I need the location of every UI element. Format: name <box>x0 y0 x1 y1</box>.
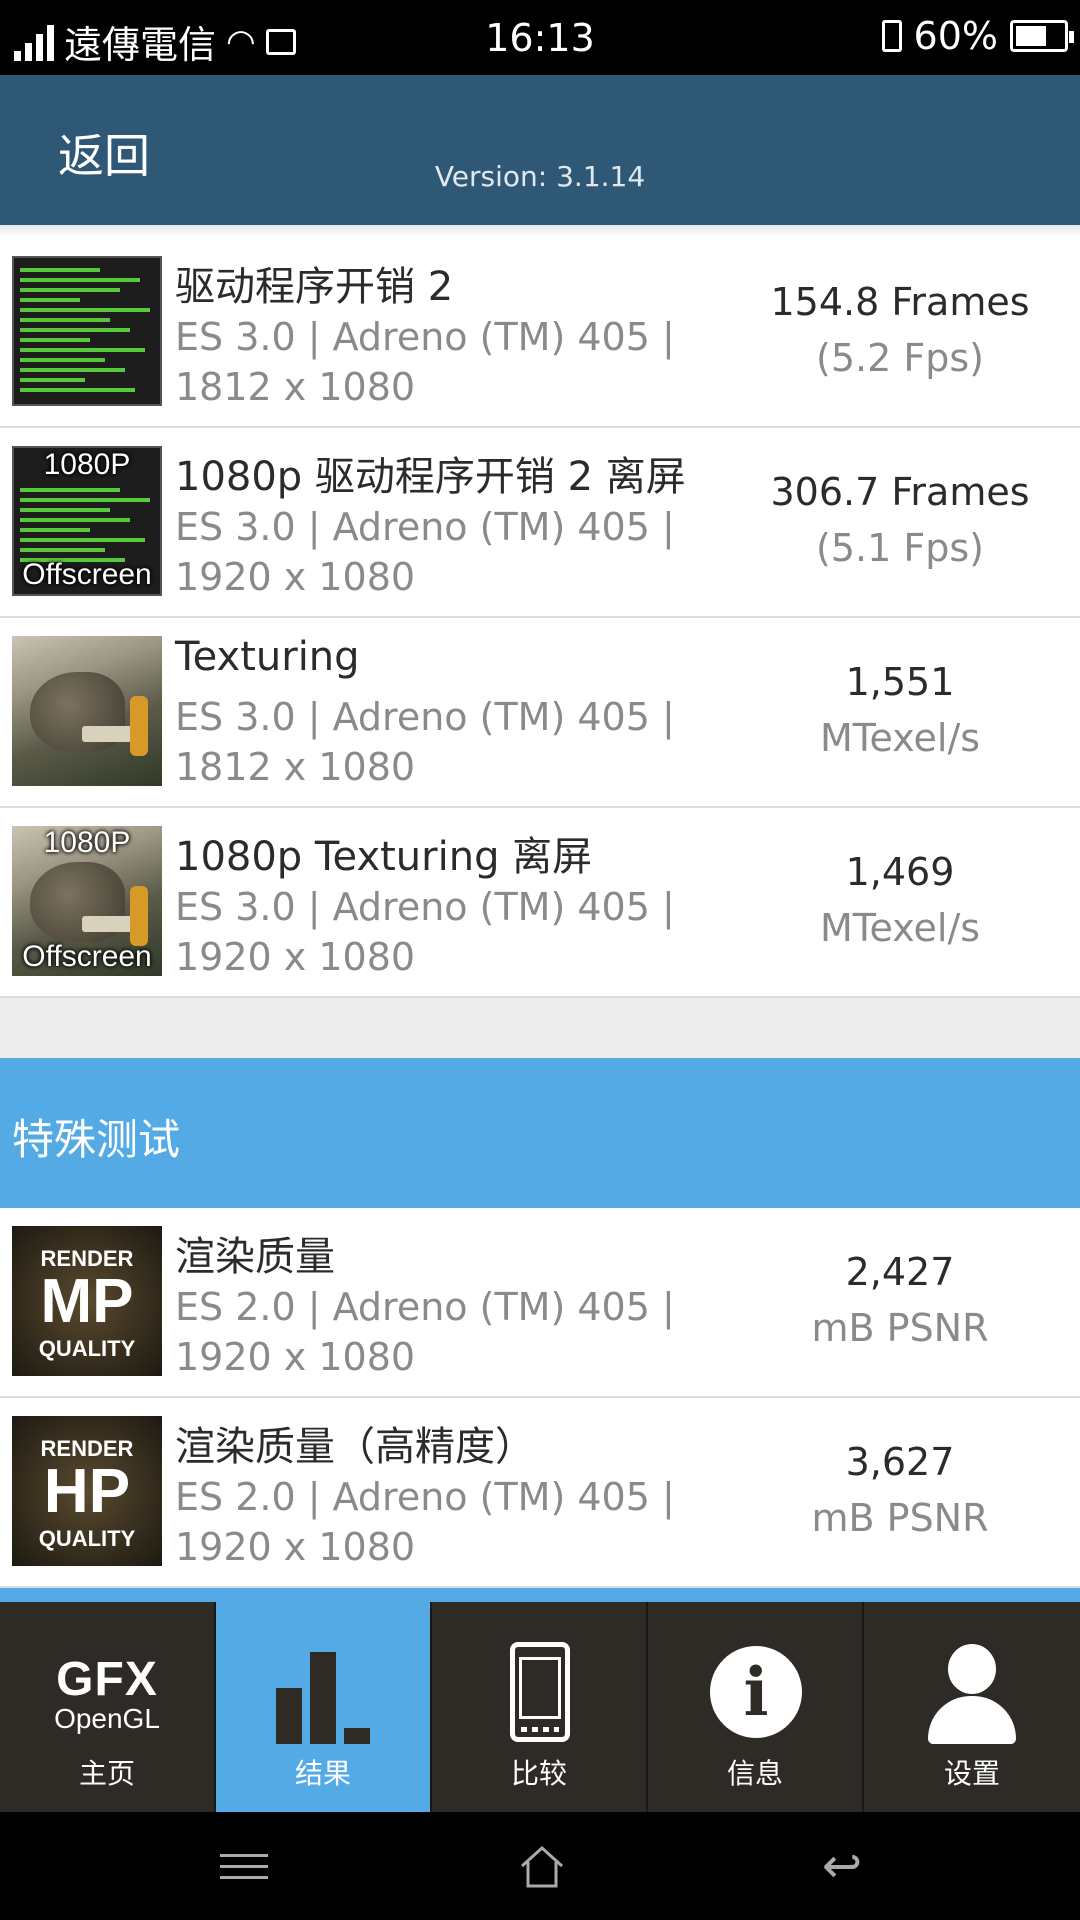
test-title: 驱动程序开销 2 <box>175 264 454 310</box>
info-icon: i <box>710 1646 802 1738</box>
test-unit: mB PSNR <box>811 1496 989 1540</box>
bottom-tab-bar: GFX OpenGL 主页 结果 比较 i 信息 设置 <box>0 1602 1080 1812</box>
list-item[interactable]: RENDER HP QUALITY 渲染质量（高精度） ES 2.0 | Adr… <box>0 1398 1080 1588</box>
test-score: 1,551 <box>845 660 955 704</box>
vibrate-icon <box>881 20 902 52</box>
section-header: 特殊测试 <box>0 1058 1080 1208</box>
user-icon <box>924 1644 1020 1744</box>
test-title: 1080p Texturing 离屏 <box>175 834 593 880</box>
tab-label: 设置 <box>943 1757 1000 1790</box>
list-item[interactable]: RENDER MP QUALITY 渲染质量 ES 2.0 | Adreno (… <box>0 1208 1080 1398</box>
back-icon[interactable]: ↩ <box>812 1836 872 1896</box>
system-nav-bar: ↩ <box>0 1812 1080 1920</box>
test-title: 1080p 驱动程序开销 2 离屏 <box>175 454 686 500</box>
test-title: 渲染质量 <box>175 1234 335 1280</box>
tab-label: 结果 <box>294 1757 351 1790</box>
tab-label: 信息 <box>726 1757 783 1790</box>
test-details: ES 2.0 | Adreno (TM) 405 | 1920 x 1080 <box>175 1285 675 1379</box>
render-quality-hp-thumbnail: RENDER HP QUALITY <box>12 1416 162 1566</box>
battery-icon <box>1010 20 1074 52</box>
phone-icon <box>510 1642 570 1742</box>
list-item[interactable]: 1080P Offscreen 1080p 驱动程序开销 2 离屏 ES 3.0… <box>0 428 1080 618</box>
tab-label: 主页 <box>78 1757 135 1790</box>
tab-label: 比较 <box>510 1757 567 1790</box>
tab-settings[interactable]: 设置 <box>864 1602 1080 1812</box>
texturing-offscreen-thumbnail: 1080P Offscreen <box>12 826 162 976</box>
test-title: 渲染质量（高精度） <box>175 1424 535 1470</box>
test-unit: MTexel/s <box>819 906 981 950</box>
list-item[interactable]: 1080P Offscreen 1080p Texturing 离屏 ES 3.… <box>0 808 1080 998</box>
test-details: ES 2.0 | Adreno (TM) 405 | 1920 x 1080 <box>175 1475 675 1569</box>
driver-overhead-thumbnail <box>12 256 162 406</box>
version-label: Version: 3.1.14 <box>434 160 646 193</box>
home-icon[interactable] <box>512 1836 572 1896</box>
test-unit: mB PSNR <box>811 1306 989 1350</box>
test-details: ES 3.0 | Adreno (TM) 405 | 1920 x 1080 <box>175 505 675 599</box>
battery-percent: 60% <box>913 14 998 58</box>
menu-icon[interactable] <box>214 1836 274 1896</box>
tab-info[interactable]: i 信息 <box>648 1602 864 1812</box>
thumb-offscreen-label: Offscreen <box>22 558 152 591</box>
render-quality-mp-thumbnail: RENDER MP QUALITY <box>12 1226 162 1376</box>
test-unit: (5.2 Fps) <box>816 336 984 380</box>
test-score: 306.7 Frames <box>770 470 1030 514</box>
bar-chart-icon <box>276 1644 376 1744</box>
test-title: Texturing <box>175 634 360 680</box>
test-score: 2,427 <box>845 1250 955 1294</box>
list-item[interactable]: Texturing ES 3.0 | Adreno (TM) 405 | 1812… <box>0 618 1080 808</box>
thumb-offscreen-label: Offscreen <box>22 940 152 973</box>
section-gap <box>0 998 1080 1058</box>
status-bar: 遠傳電信 ◠ 16:13 60% <box>0 0 1080 75</box>
app-header: 返回 Version: 3.1.14 <box>0 75 1080 225</box>
section-title: 特殊测试 <box>12 1115 181 1164</box>
test-unit: MTexel/s <box>819 716 981 760</box>
test-details: ES 3.0 | Adreno (TM) 405 | 1812 x 1080 <box>175 315 675 409</box>
test-details: ES 3.0 | Adreno (TM) 405 | 1920 x 1080 <box>175 885 675 979</box>
thumb-1080p-label: 1080P <box>43 826 131 859</box>
texturing-thumbnail <box>12 636 162 786</box>
driver-overhead-offscreen-thumbnail: 1080P Offscreen <box>12 446 162 596</box>
thumb-1080p-label: 1080P <box>43 448 131 481</box>
test-score: 3,627 <box>845 1440 955 1484</box>
test-score: 154.8 Frames <box>770 280 1030 324</box>
test-unit: (5.1 Fps) <box>816 526 984 570</box>
list-item[interactable]: 驱动程序开销 2 ES 3.0 | Adreno (TM) 405 | 1812 … <box>0 238 1080 428</box>
tab-compare[interactable]: 比较 <box>432 1602 648 1812</box>
gfx-logo-icon: GFX OpenGL <box>54 1653 160 1734</box>
tab-home[interactable]: GFX OpenGL 主页 <box>0 1602 216 1812</box>
test-score: 1,469 <box>845 850 955 894</box>
tabbar-top-border <box>0 1588 1080 1602</box>
test-details: ES 3.0 | Adreno (TM) 405 | 1812 x 1080 <box>175 695 675 789</box>
tab-results[interactable]: 结果 <box>216 1602 432 1812</box>
list-top-shadow <box>0 225 1080 237</box>
